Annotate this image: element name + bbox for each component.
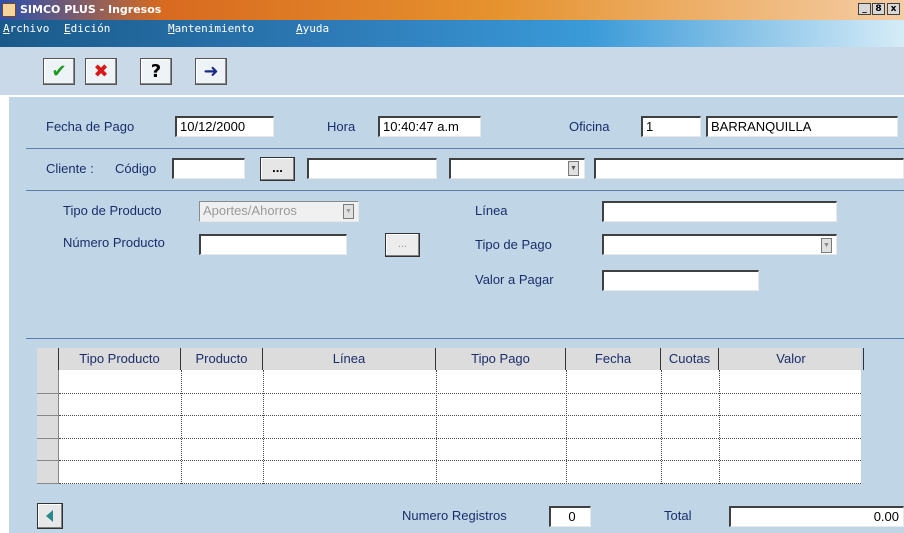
column-divider: [719, 370, 720, 484]
cliente-extra-field[interactable]: [594, 158, 904, 179]
table-header: Tipo Producto Producto Línea Tipo Pago F…: [37, 348, 864, 370]
hora-label: Hora: [327, 119, 356, 134]
fecha-field[interactable]: 10/12/2000: [175, 116, 274, 137]
oficina-label: Oficina: [569, 119, 610, 134]
menu-mantenimiento[interactable]: Mantenimiento: [168, 20, 254, 38]
payments-table[interactable]: Tipo Producto Producto Línea Tipo Pago F…: [37, 348, 864, 484]
codigo-field[interactable]: [172, 158, 245, 179]
table-row[interactable]: [59, 415, 861, 416]
column-header[interactable]: Producto: [181, 348, 263, 370]
table-row[interactable]: [59, 460, 861, 461]
separator: [26, 190, 904, 191]
help-button[interactable]: ?: [140, 58, 172, 85]
column-divider: [436, 370, 437, 484]
menu-bar: Archivo Edición Mantenimiento Ayuda: [0, 20, 904, 47]
cancel-button[interactable]: ✖: [85, 58, 117, 85]
cliente-nombre-field[interactable]: [307, 158, 437, 179]
linea-label: Línea: [475, 203, 508, 218]
column-divider: [566, 370, 567, 484]
chevron-down-icon[interactable]: ▼: [568, 161, 579, 176]
hora-field[interactable]: 10:40:47 a.m: [378, 116, 481, 137]
row-header-divider: [37, 482, 59, 484]
valor-pagar-field[interactable]: [602, 270, 759, 291]
total-field: 0.00: [729, 506, 904, 527]
row-header-divider: [37, 460, 59, 461]
column-divider: [263, 370, 264, 484]
numero-producto-label: Número Producto: [63, 235, 165, 250]
row-header-divider: [37, 437, 59, 439]
column-header[interactable]: Valor: [719, 348, 864, 370]
producto-lookup-button[interactable]: ...: [385, 233, 420, 257]
minimize-button[interactable]: _: [858, 3, 871, 15]
column-header[interactable]: Línea: [263, 348, 436, 370]
separator: [26, 338, 904, 339]
codigo-label: Código: [115, 161, 157, 176]
tipo-pago-select[interactable]: [602, 234, 837, 255]
linea-field[interactable]: [602, 201, 837, 222]
row-header-divider: [37, 392, 59, 394]
menu-archivo[interactable]: Archivo: [3, 20, 49, 38]
table-row[interactable]: [59, 482, 861, 484]
check-icon: ✔: [51, 61, 67, 82]
valor-pagar-label: Valor a Pagar: [475, 272, 554, 287]
column-header[interactable]: Cuotas: [661, 348, 719, 370]
maximize-button[interactable]: 8: [872, 3, 885, 15]
registros-label: Numero Registros: [402, 508, 507, 523]
cliente-label: Cliente :: [46, 161, 94, 176]
column-header[interactable]: Tipo Producto: [59, 348, 181, 370]
tipo-pago-label: Tipo de Pago: [475, 237, 552, 252]
row-header-divider: [37, 415, 59, 416]
row-header-column: [37, 370, 59, 484]
chevron-down-icon[interactable]: ▼: [821, 238, 832, 253]
column-header[interactable]: Tipo Pago: [436, 348, 566, 370]
help-icon: ?: [150, 61, 162, 82]
app-icon: [2, 3, 16, 17]
numero-producto-field[interactable]: [199, 234, 347, 255]
table-row[interactable]: [59, 437, 861, 439]
menu-edicion[interactable]: Edición: [64, 20, 110, 38]
separator: [26, 148, 904, 149]
oficina-name-field[interactable]: BARRANQUILLA: [706, 116, 898, 137]
exit-door-icon: ➜: [203, 61, 219, 82]
oficina-code-field[interactable]: 1: [641, 116, 701, 137]
exit-button[interactable]: ➜: [195, 58, 227, 85]
registros-field: 0: [549, 506, 591, 527]
arrow-left-icon: [46, 510, 53, 522]
column-divider: [181, 370, 182, 484]
total-label: Total: [664, 508, 692, 523]
chevron-down-icon[interactable]: ▼: [343, 204, 354, 219]
column-divider: [661, 370, 662, 484]
cliente-lookup-button[interactable]: ...: [260, 157, 295, 181]
window-title: SIMCO PLUS - Ingresos: [20, 3, 162, 16]
table-row[interactable]: [59, 392, 861, 394]
fecha-label: Fecha de Pago: [46, 119, 135, 134]
column-header[interactable]: Fecha: [566, 348, 661, 370]
cliente-tipo-select[interactable]: [449, 158, 585, 179]
menu-ayuda[interactable]: Ayuda: [296, 20, 329, 38]
row-header-corner: [37, 348, 59, 370]
accept-button[interactable]: ✔: [43, 58, 75, 85]
nav-prev-button[interactable]: [37, 503, 63, 529]
close-window-button[interactable]: x: [887, 3, 900, 15]
title-bar: SIMCO PLUS - Ingresos _ 8 x: [0, 0, 904, 20]
close-icon: ✖: [93, 61, 109, 82]
tipo-producto-select[interactable]: Aportes/Ahorros: [199, 201, 359, 222]
toolbar: ✔ ✖ ? ➜: [0, 47, 904, 95]
tipo-producto-label: Tipo de Producto: [63, 203, 162, 218]
